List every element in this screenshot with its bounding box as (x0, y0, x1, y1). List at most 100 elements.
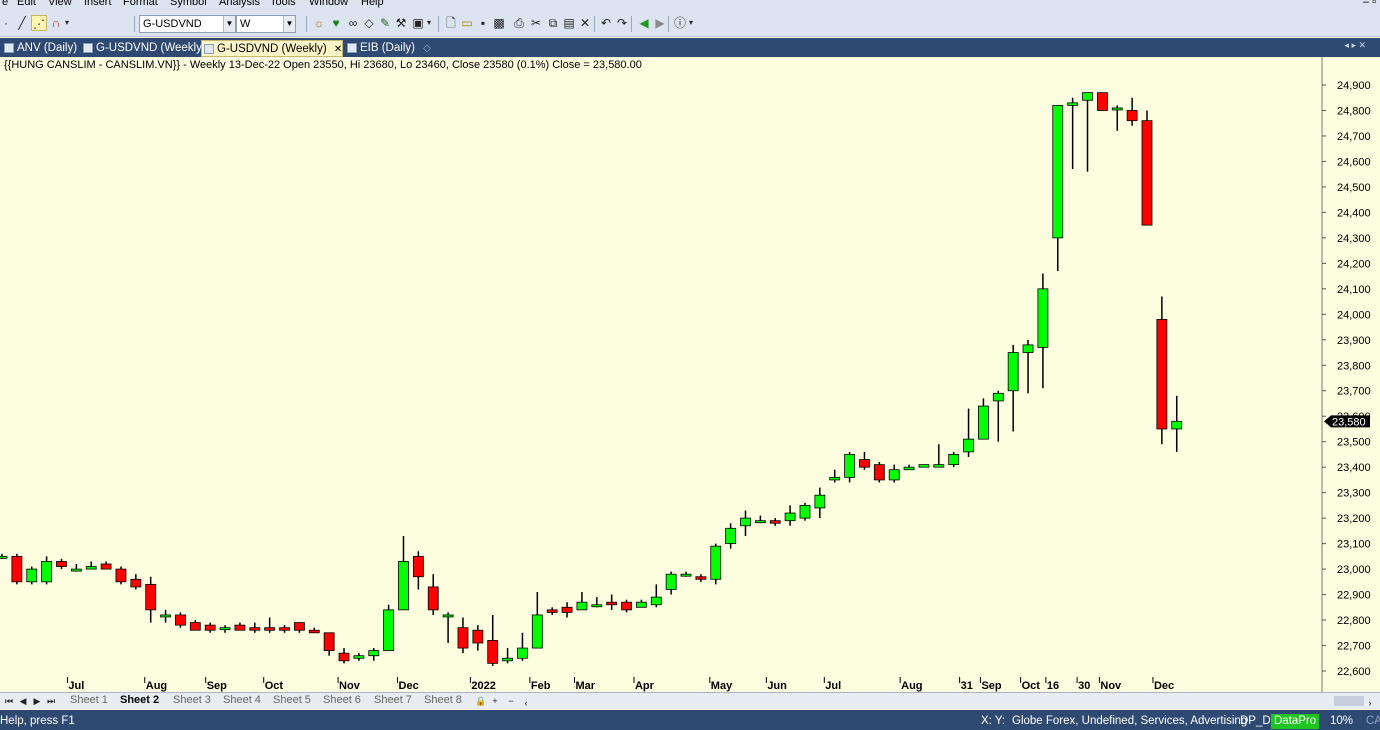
candle (784, 505, 796, 526)
status-symbol-info: Globe Forex, Undefined, Services, Advert… (1012, 715, 1248, 727)
candle (963, 408, 974, 457)
tab-gusdvnd-weekly-1[interactable]: G-USDVND (Weekly) (81, 40, 206, 57)
x-tick-label: Jun (767, 680, 787, 692)
status-caps: CA (1366, 715, 1380, 727)
x-tick-label: 2022 (471, 680, 495, 692)
candle (204, 622, 216, 633)
toolbar-separator (631, 16, 632, 32)
candle (606, 594, 618, 610)
candle (487, 614, 499, 666)
save-all-icon[interactable]: ▩ (491, 15, 507, 31)
interval-combo[interactable]: W ▼ (236, 15, 296, 33)
candle-body-up (0, 555, 8, 559)
candle (26, 566, 38, 585)
delete-icon[interactable]: ✕ (577, 15, 593, 31)
new-file-icon[interactable]: 🗋 (443, 15, 459, 31)
sun-icon[interactable]: ☼ (311, 15, 327, 31)
redo-icon[interactable]: ↷ (614, 15, 630, 31)
chevron-down-icon[interactable]: ▼ (223, 16, 235, 32)
tab-anv-daily[interactable]: ANV (Daily) (2, 40, 77, 57)
candle (1007, 344, 1019, 432)
menu-item-window[interactable]: Window (309, 0, 348, 8)
sheet-tab-7[interactable]: Sheet 7 (374, 693, 412, 708)
dotted-line-icon[interactable]: ⋰ (31, 15, 47, 31)
menu-item-insert[interactable]: Insert (84, 0, 112, 8)
sheet-tab-6[interactable]: Sheet 6 (323, 693, 361, 708)
tab-eib-daily[interactable]: EIB (Daily) ◇ (345, 40, 431, 57)
symbol-combo[interactable]: G-USDVND ▼ (139, 15, 236, 33)
sheet-tab-4[interactable]: Sheet 4 (223, 693, 261, 708)
candlestick-chart[interactable]: 22,600 22,700 22,800 22,900 23,000 23,100 23,2… (0, 57, 1380, 692)
menu-item-analysis[interactable]: Analysis (219, 0, 260, 8)
draw-line-icon[interactable]: ╱ (14, 15, 30, 31)
sheet-tab-3[interactable]: Sheet 3 (173, 693, 211, 708)
candle (338, 648, 350, 664)
wrench-icon[interactable]: ⚒ (393, 15, 409, 31)
candle-body-up (784, 512, 796, 522)
heart-icon[interactable]: ♥ (328, 15, 344, 31)
pencil-icon[interactable]: ✎ (377, 15, 393, 31)
save-icon[interactable]: ▪ (475, 15, 491, 31)
sheet-last-icon[interactable]: ⏭ (45, 694, 57, 708)
sheet-next-icon[interactable]: ▶ (31, 694, 43, 708)
scrollbar-thumb[interactable] (1334, 696, 1364, 706)
candle-body-down (189, 622, 201, 631)
tab-scroll-arrows-icon[interactable]: ◂ ▸ ✕ (1344, 40, 1366, 51)
toolbar-overflow-icon[interactable]: ▾ (688, 15, 694, 31)
toolbar-separator (306, 16, 307, 32)
glasses-icon[interactable]: ∞ (345, 15, 361, 31)
chart-pane[interactable]: 22,600 22,700 22,800 22,900 23,000 23,100 23,2… (0, 57, 1380, 692)
print-icon[interactable]: ⎙ (511, 15, 527, 31)
status-database: DP_D (1240, 715, 1271, 727)
menu-item-file[interactable]: e (2, 0, 8, 8)
menu-item-format[interactable]: Format (123, 0, 158, 8)
shapes-icon[interactable]: ◇ (361, 15, 377, 31)
toolbar-overflow-icon[interactable]: ▾ (64, 15, 70, 31)
add-sheet-icon[interactable]: + (489, 694, 501, 708)
candle-body-up (398, 561, 409, 611)
toolbar-overflow-icon[interactable]: ▾ (426, 15, 432, 31)
menu-item-view[interactable]: View (48, 0, 72, 8)
sheet-tab-2[interactable]: Sheet 2 (120, 693, 159, 708)
chart-title-line: {{HUNG CANSLIM - CANSLIM.VN}} - Weekly 1… (4, 59, 642, 71)
menu-item-edit[interactable]: Edit (17, 0, 36, 8)
chevron-down-icon[interactable]: ▼ (283, 16, 295, 32)
undo-icon[interactable]: ↶ (598, 15, 614, 31)
horizontal-scrollbar[interactable]: ‹ › (520, 695, 1380, 710)
candle (249, 622, 261, 633)
tab-label: ANV (Daily) (17, 42, 78, 54)
forward-icon[interactable]: ▶ (652, 15, 668, 31)
scroll-right-icon[interactable]: › (1364, 696, 1376, 710)
paste-icon[interactable]: ▤ (561, 15, 577, 31)
sheet-prev-icon[interactable]: ◀ (17, 694, 29, 708)
candle-body-down (769, 520, 781, 524)
sheet-tab-5[interactable]: Sheet 5 (273, 693, 311, 708)
sheet-first-icon[interactable]: ⏮ (3, 694, 15, 708)
candle (710, 543, 722, 585)
open-folder-icon[interactable]: ▭ (459, 15, 475, 31)
pin-icon[interactable]: ◇ (423, 43, 431, 54)
close-icon[interactable]: ✕ (334, 44, 342, 55)
scroll-left-icon[interactable]: ‹ (520, 696, 532, 710)
candle (279, 625, 290, 633)
back-icon[interactable]: ◀ (636, 15, 652, 31)
remove-sheet-icon[interactable]: − (505, 694, 517, 708)
sheet-tab-8[interactable]: Sheet 8 (424, 693, 462, 708)
candle (145, 576, 157, 623)
sheet-tab-1[interactable]: Sheet 1 (70, 693, 108, 708)
window-minimize-icon[interactable]: – ▫ (1363, 0, 1376, 8)
menu-item-tools[interactable]: Tools (270, 0, 296, 8)
cut-icon[interactable]: ✂ (528, 15, 544, 31)
copy-icon[interactable]: ⧉ (545, 15, 561, 31)
candle-body-up (978, 405, 989, 440)
sheet-tab-bar: ⏮ ◀ ▶ ⏭ Sheet 1 Sheet 2 Sheet 3 Sheet 4 … (0, 692, 1380, 709)
menu-item-help[interactable]: Help (361, 0, 384, 8)
magnet-icon[interactable]: ∩ (48, 15, 64, 31)
info-icon[interactable]: ⓘ (672, 15, 688, 31)
layout-icon[interactable]: ▣ (410, 15, 426, 31)
tab-gusdvnd-weekly-2[interactable]: G-USDVND (Weekly) ✕ (201, 40, 343, 57)
menu-item-symbol[interactable]: Symbol (170, 0, 207, 8)
candle (576, 592, 588, 611)
candle (442, 612, 454, 643)
lock-icon[interactable]: 🔒 (475, 694, 487, 708)
